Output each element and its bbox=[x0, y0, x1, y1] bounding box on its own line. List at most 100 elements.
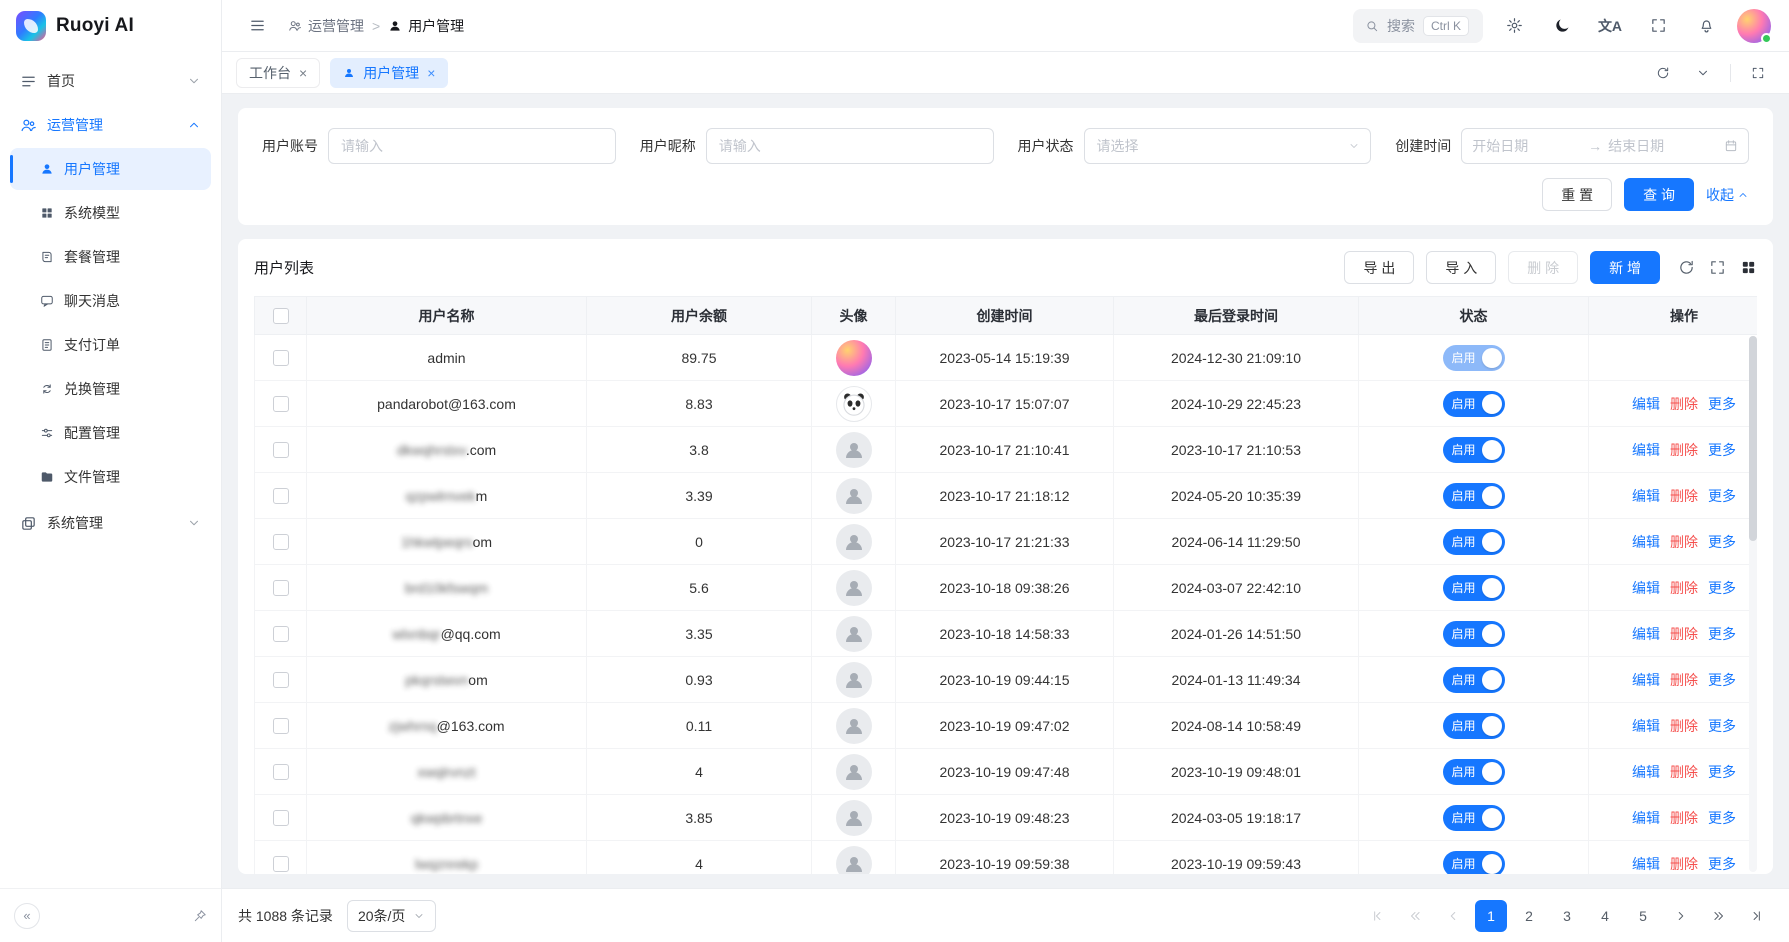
edit-link[interactable]: 编辑 bbox=[1632, 396, 1660, 412]
delete-button[interactable]: 删 除 bbox=[1508, 251, 1578, 284]
row-checkbox[interactable] bbox=[273, 350, 289, 366]
tab-workbench[interactable]: 工作台 × bbox=[236, 58, 320, 88]
collapse-filters-link[interactable]: 收起 bbox=[1706, 185, 1749, 205]
status-toggle[interactable]: 启用 bbox=[1443, 391, 1505, 417]
start-date-input[interactable] bbox=[1472, 138, 1582, 154]
notification-bell-button[interactable] bbox=[1689, 9, 1723, 43]
fast-prev-button[interactable] bbox=[1399, 900, 1431, 932]
sidebar-item-system-management[interactable]: 系统管理 bbox=[10, 502, 211, 544]
delete-link[interactable]: 删除 bbox=[1670, 856, 1698, 872]
edit-link[interactable]: 编辑 bbox=[1632, 718, 1660, 734]
status-toggle[interactable]: 启用 bbox=[1443, 713, 1505, 739]
status-toggle[interactable]: 启用 bbox=[1443, 437, 1505, 463]
more-link[interactable]: 更多 bbox=[1708, 718, 1736, 734]
breadcrumb-operations[interactable]: 运营管理 bbox=[288, 16, 364, 36]
menu-toggle-button[interactable] bbox=[240, 9, 274, 43]
sidebar-item-operations[interactable]: 运营管理 bbox=[10, 104, 211, 146]
status-toggle[interactable]: 启用 bbox=[1443, 667, 1505, 693]
delete-link[interactable]: 删除 bbox=[1670, 580, 1698, 596]
breadcrumb-user-management[interactable]: 用户管理 bbox=[388, 16, 464, 36]
translate-button[interactable]: 文A bbox=[1593, 9, 1627, 43]
page-button-2[interactable]: 2 bbox=[1513, 900, 1545, 932]
status-toggle[interactable]: 启用 bbox=[1443, 529, 1505, 555]
more-link[interactable]: 更多 bbox=[1708, 488, 1736, 504]
status-select[interactable]: 请选择 bbox=[1084, 128, 1372, 164]
export-button[interactable]: 导 出 bbox=[1344, 251, 1414, 284]
row-checkbox[interactable] bbox=[273, 534, 289, 550]
row-checkbox[interactable] bbox=[273, 580, 289, 596]
select-all-checkbox[interactable] bbox=[273, 308, 289, 324]
first-page-button[interactable] bbox=[1361, 900, 1393, 932]
more-link[interactable]: 更多 bbox=[1708, 810, 1736, 826]
scrollbar-thumb[interactable] bbox=[1749, 336, 1757, 541]
reset-button[interactable]: 重 置 bbox=[1542, 178, 1612, 211]
add-button[interactable]: 新 增 bbox=[1590, 251, 1660, 284]
sidebar-item-chat-messages[interactable]: 聊天消息 bbox=[10, 280, 211, 322]
last-page-button[interactable] bbox=[1741, 900, 1773, 932]
refresh-icon[interactable] bbox=[1678, 259, 1695, 276]
row-checkbox[interactable] bbox=[273, 810, 289, 826]
sidebar-item-user-management[interactable]: 用户管理 bbox=[10, 148, 211, 190]
dark-mode-moon-button[interactable] bbox=[1545, 9, 1579, 43]
sidebar-collapse-button[interactable]: « bbox=[14, 903, 40, 929]
settings-gear-button[interactable] bbox=[1497, 9, 1531, 43]
status-toggle[interactable]: 启用 bbox=[1443, 483, 1505, 509]
edit-link[interactable]: 编辑 bbox=[1632, 626, 1660, 642]
page-size-select[interactable]: 20条/页 bbox=[347, 900, 436, 932]
delete-link[interactable]: 删除 bbox=[1670, 672, 1698, 688]
edit-link[interactable]: 编辑 bbox=[1632, 810, 1660, 826]
sidebar-item-package-management[interactable]: 套餐管理 bbox=[10, 236, 211, 278]
status-toggle[interactable]: 启用 bbox=[1443, 345, 1505, 371]
row-checkbox[interactable] bbox=[273, 764, 289, 780]
date-range-picker[interactable]: → bbox=[1461, 128, 1749, 164]
status-toggle[interactable]: 启用 bbox=[1443, 575, 1505, 601]
fast-next-button[interactable] bbox=[1703, 900, 1735, 932]
more-link[interactable]: 更多 bbox=[1708, 396, 1736, 412]
row-checkbox[interactable] bbox=[273, 488, 289, 504]
delete-link[interactable]: 删除 bbox=[1670, 718, 1698, 734]
edit-link[interactable]: 编辑 bbox=[1632, 764, 1660, 780]
edit-link[interactable]: 编辑 bbox=[1632, 488, 1660, 504]
delete-link[interactable]: 删除 bbox=[1670, 396, 1698, 412]
status-toggle[interactable]: 启用 bbox=[1443, 759, 1505, 785]
page-button-4[interactable]: 4 bbox=[1589, 900, 1621, 932]
edit-link[interactable]: 编辑 bbox=[1632, 442, 1660, 458]
edit-link[interactable]: 编辑 bbox=[1632, 856, 1660, 872]
import-button[interactable]: 导 入 bbox=[1426, 251, 1496, 284]
row-checkbox[interactable] bbox=[273, 856, 289, 872]
page-button-3[interactable]: 3 bbox=[1551, 900, 1583, 932]
edit-link[interactable]: 编辑 bbox=[1632, 580, 1660, 596]
page-button-5[interactable]: 5 bbox=[1627, 900, 1659, 932]
delete-link[interactable]: 删除 bbox=[1670, 442, 1698, 458]
prev-page-button[interactable] bbox=[1437, 900, 1469, 932]
delete-link[interactable]: 删除 bbox=[1670, 534, 1698, 550]
sidebar-item-payment-orders[interactable]: 支付订单 bbox=[10, 324, 211, 366]
vertical-scrollbar[interactable] bbox=[1749, 336, 1757, 872]
more-link[interactable]: 更多 bbox=[1708, 856, 1736, 872]
edit-link[interactable]: 编辑 bbox=[1632, 672, 1660, 688]
delete-link[interactable]: 删除 bbox=[1670, 488, 1698, 504]
row-checkbox[interactable] bbox=[273, 626, 289, 642]
row-checkbox[interactable] bbox=[273, 396, 289, 412]
row-checkbox[interactable] bbox=[273, 718, 289, 734]
sidebar-item-system-model[interactable]: 系统模型 bbox=[10, 192, 211, 234]
delete-link[interactable]: 删除 bbox=[1670, 764, 1698, 780]
more-link[interactable]: 更多 bbox=[1708, 534, 1736, 550]
page-button-1[interactable]: 1 bbox=[1475, 900, 1507, 932]
table-fullscreen-icon[interactable] bbox=[1709, 259, 1726, 276]
status-toggle[interactable]: 启用 bbox=[1443, 621, 1505, 647]
sidebar-item-exchange-management[interactable]: 兑换管理 bbox=[10, 368, 211, 410]
user-avatar[interactable] bbox=[1737, 9, 1771, 43]
row-checkbox[interactable] bbox=[273, 672, 289, 688]
account-input[interactable] bbox=[328, 128, 616, 164]
more-link[interactable]: 更多 bbox=[1708, 442, 1736, 458]
close-icon[interactable]: × bbox=[299, 66, 307, 80]
status-toggle[interactable]: 启用 bbox=[1443, 851, 1505, 875]
delete-link[interactable]: 删除 bbox=[1670, 626, 1698, 642]
sidebar-item-file-management[interactable]: 文件管理 bbox=[10, 456, 211, 498]
row-checkbox[interactable] bbox=[273, 442, 289, 458]
sidebar-item-home[interactable]: 首页 bbox=[10, 60, 211, 102]
query-button[interactable]: 查 询 bbox=[1624, 178, 1694, 211]
status-toggle[interactable]: 启用 bbox=[1443, 805, 1505, 831]
sidebar-item-config-management[interactable]: 配置管理 bbox=[10, 412, 211, 454]
